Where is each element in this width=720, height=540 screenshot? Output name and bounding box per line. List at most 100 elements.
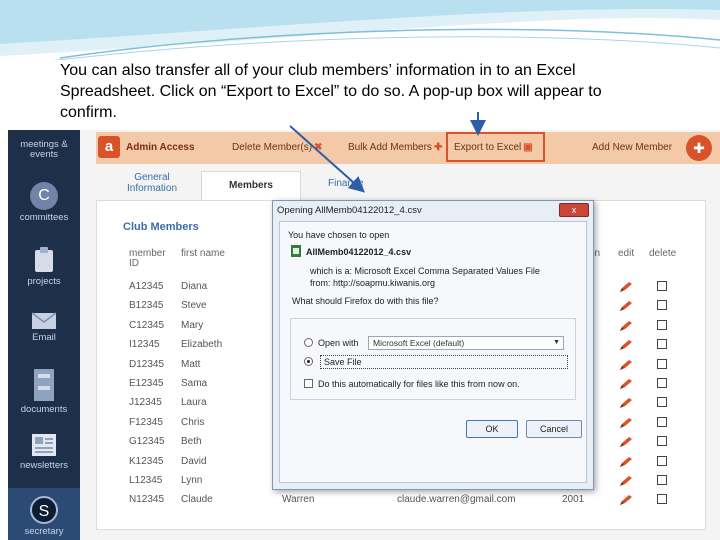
delete-members-button[interactable]: Delete Member(s) ✖: [232, 142, 322, 153]
auto-action-checkbox[interactable]: [304, 379, 313, 388]
first-name-cell: Beth: [181, 436, 202, 447]
admin-logo-icon: a: [98, 136, 120, 158]
dialog-title: Opening AllMemb04122012_4.csv: [277, 205, 422, 216]
sidebar-item-label: newsletters: [19, 460, 69, 471]
delete-checkbox[interactable]: [657, 281, 667, 291]
auto-action-label: Do this automatically for files like thi…: [318, 379, 520, 389]
member-id-cell: K12345: [129, 456, 164, 467]
sidebar-item-meetings[interactable]: meetings & events: [8, 130, 80, 170]
delete-checkbox[interactable]: [657, 378, 667, 388]
member-id-cell: C12345: [129, 320, 165, 331]
member-id-cell: B12345: [129, 300, 164, 311]
pencil-icon[interactable]: [619, 435, 633, 447]
sidebar-item-committees[interactable]: C committees: [8, 182, 80, 223]
sidebar-item-label: committees: [19, 212, 69, 223]
year-cell: 2001: [562, 494, 585, 505]
pencil-icon[interactable]: [619, 338, 633, 350]
ok-button[interactable]: OK: [466, 420, 518, 438]
first-name-cell: Elizabeth: [181, 339, 223, 350]
pencil-icon[interactable]: [619, 299, 633, 311]
club-members-title: Club Members: [123, 221, 199, 233]
cancel-button[interactable]: Cancel: [526, 420, 582, 438]
open-with-label: Open with: [318, 338, 359, 348]
pencil-icon[interactable]: [619, 358, 633, 370]
column-header-member-id: member ID: [129, 248, 166, 269]
sidebar-item-email[interactable]: Email: [8, 312, 80, 343]
first-name-cell: Lynn: [181, 475, 203, 486]
add-new-member-button[interactable]: Add New Member: [592, 142, 672, 153]
screenshot-area: meetings & events C committees projects …: [8, 130, 720, 540]
envelope-icon: [31, 312, 57, 329]
sidebar-item-label: Email: [32, 332, 56, 343]
delete-checkbox[interactable]: [657, 436, 667, 446]
sidebar-item-label: projects: [27, 276, 61, 287]
pencil-icon[interactable]: [619, 474, 633, 486]
dialog-body: You have chosen to open AllMemb04122012_…: [279, 221, 587, 483]
dialog-file-type: which is a: Microsoft Excel Comma Separa…: [310, 266, 540, 276]
delete-checkbox[interactable]: [657, 397, 667, 407]
sidebar-item-documents[interactable]: documents: [8, 368, 80, 415]
delete-checkbox[interactable]: [657, 475, 667, 485]
pencil-icon[interactable]: [619, 396, 633, 408]
first-name-cell: Laura: [181, 397, 207, 408]
pencil-icon[interactable]: [619, 493, 633, 505]
delete-checkbox[interactable]: [657, 494, 667, 504]
save-file-label: Save File: [324, 357, 362, 367]
admin-access-label: Admin Access: [126, 142, 195, 153]
delete-checkbox[interactable]: [657, 359, 667, 369]
member-id-cell: A12345: [129, 281, 164, 292]
first-name-cell: Sama: [181, 378, 208, 389]
sidebar-item-projects[interactable]: projects: [8, 246, 80, 287]
save-file-radio[interactable]: [304, 357, 313, 366]
sidebar-item-newsletters[interactable]: newsletters: [8, 432, 80, 471]
first-name-cell: Claude: [181, 494, 213, 505]
dialog-question: What should Firefox do with this file?: [292, 296, 439, 306]
first-name-cell: David: [181, 456, 207, 467]
open-with-app-value: Microsoft Excel (default): [373, 338, 465, 348]
pencil-icon[interactable]: [619, 455, 633, 467]
sidebar-item-secretary[interactable]: S secretary: [8, 488, 80, 540]
delete-checkbox[interactable]: [657, 417, 667, 427]
excel-icon: ▣: [523, 142, 533, 153]
member-id-cell: J12345: [129, 397, 162, 408]
tab-general-information[interactable]: General Information: [120, 172, 184, 194]
add-user-icon[interactable]: ✚: [686, 135, 712, 161]
pencil-icon[interactable]: [619, 280, 633, 292]
email-cell: claude.warren@gmail.com: [397, 494, 516, 505]
member-id-cell: N12345: [129, 494, 165, 505]
tab-finance[interactable]: Finance: [328, 178, 364, 189]
dialog-close-button[interactable]: x: [559, 203, 589, 217]
admin-toolbar: a Admin Access Delete Member(s) ✖ Bulk Ad…: [96, 132, 720, 164]
column-header-edit: edit: [618, 248, 635, 259]
bulk-add-label: Bulk Add Members: [348, 142, 432, 153]
delete-checkbox[interactable]: [657, 300, 667, 310]
delete-members-label: Delete Member(s): [232, 142, 313, 153]
first-name-cell: Chris: [181, 417, 205, 428]
member-id-cell: L12345: [129, 475, 163, 486]
pencil-icon[interactable]: [619, 377, 633, 389]
pencil-icon[interactable]: [619, 319, 633, 331]
member-id-cell: F12345: [129, 417, 163, 428]
export-to-excel-button[interactable]: Export to Excel ▣: [454, 142, 533, 153]
sidebar-item-label: secretary: [24, 526, 64, 537]
chevron-down-icon: ▼: [553, 339, 560, 346]
tab-members[interactable]: Members: [201, 171, 301, 201]
clipboard-icon: [35, 247, 53, 272]
member-id-cell: E12345: [129, 378, 164, 389]
delete-checkbox[interactable]: [657, 320, 667, 330]
dialog-file-source: from: http://soapmu.kiwanis.org: [310, 278, 436, 288]
bulk-add-members-button[interactable]: Bulk Add Members ✚: [348, 142, 442, 153]
open-with-app-select[interactable]: Microsoft Excel (default) ▼: [368, 336, 564, 350]
csv-file-icon: [291, 245, 301, 257]
documents-icon: [34, 369, 54, 401]
open-with-radio[interactable]: [304, 338, 313, 347]
delete-checkbox[interactable]: [657, 339, 667, 349]
column-header-first-name: first name: [181, 248, 225, 259]
secretary-icon: S: [30, 496, 58, 524]
file-open-dialog: Opening AllMemb04122012_4.csv x You have…: [272, 200, 594, 490]
member-id-cell: I12345: [129, 339, 160, 350]
dialog-filename: AllMemb04122012_4.csv: [306, 247, 412, 257]
delete-checkbox[interactable]: [657, 456, 667, 466]
pencil-icon[interactable]: [619, 416, 633, 428]
add-new-member-label: Add New Member: [592, 142, 673, 153]
